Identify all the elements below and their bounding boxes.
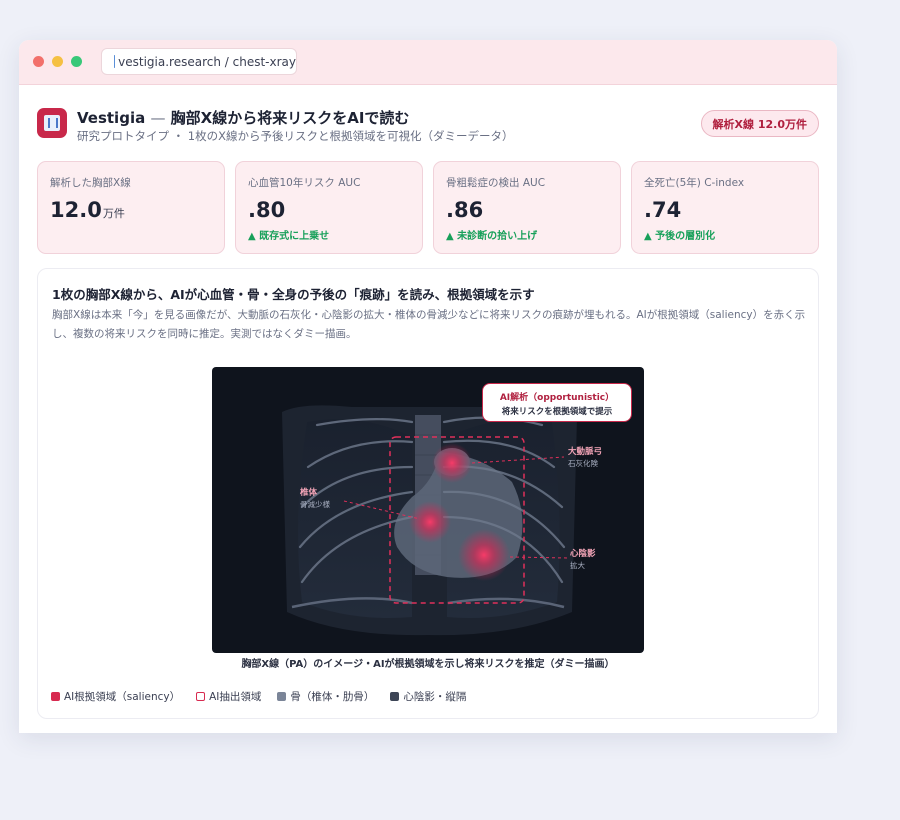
address-bar[interactable]: vestigia.research / chest-xray [101,48,297,75]
stat-delta: ▲ 未診断の拾い上げ [446,231,538,242]
close-window-button[interactable] [33,56,44,67]
title-bar: vestigia.research / chest-xray [19,40,837,85]
title-separator: — [150,109,166,127]
stat-label: 全死亡(5年) C-index [644,177,745,189]
stat-card-mortality-cindex: 全死亡(5年) C-index .74 ▲ 予後の層別化 [631,161,819,254]
legend-item-ai-extract: AI抽出領域 [196,689,261,704]
ai-extract-swatch-icon [196,692,206,701]
stat-card-cv-auc: 心血管10年リスク AUC .80 ▲ 既存式に上乗せ [235,161,423,254]
annotation-detail: 石灰化険 [568,459,598,468]
annotation-detail: 拡大 [570,561,585,570]
stat-value: 12.0万件 [50,198,212,222]
legend-label: AI抽出領域 [209,691,262,703]
heart-swatch-icon [390,692,400,701]
stat-value: .86 [446,198,484,222]
legend-item-saliency: AI根拠領域（saliency） [51,689,180,704]
legend-label: AI根拠領域（saliency） [64,691,181,703]
stat-number: 12.0 [50,198,102,222]
maximize-window-button[interactable] [71,56,82,67]
analysis-panel: 1枚の胸部X線から、AIが心血管・骨・全身の予後の「痕跡」を読み、根拠領域を示す… [37,268,819,719]
app-name: Vestigia [77,109,146,127]
page-title: Vestigia — 胸部X線から将来リスクをAIで読む [77,107,409,128]
panel-description: 胸部X線は本来「今」を見る画像だが、大動脈の石灰化・心陰影の拡大・椎体の骨減少な… [52,309,806,340]
saliency-vertebra [409,501,451,543]
annotation-label: 大動脈弓 [568,447,603,457]
callout-subtitle: 将来リスクを根拠領域で提示 [501,407,613,417]
annotation-aortic-arch: 大動脈弓 石灰化険 [568,445,602,469]
image-caption: 胸部X線（PA）のイメージ・AIが根拠領域を示し将来リスクを推定（ダミー描画） [241,659,615,670]
saliency-swatch-icon [51,692,60,701]
stat-value: .80 [248,198,286,222]
legend-item-heart: 心陰影・縦隔 [390,689,466,704]
saliency-cardiac [458,529,510,581]
stat-value: .74 [644,198,682,222]
stat-delta: ▲ 既存式に上乗せ [248,231,330,242]
page-subtitle: 研究プロトタイプ ・ 1枚のX線から予後リスクと根拠領域を可視化（ダミーデータ） [77,129,514,143]
stat-label: 骨粗鬆症の検出 AUC [446,177,546,189]
legend-label: 骨（椎体・肋骨） [290,691,375,703]
bone-swatch-icon [277,692,287,701]
annotation-detail: 骨減少様 [300,500,330,509]
stat-unit: 万件 [102,207,125,220]
chest-xray-image: AI解析（opportunistic） 将来リスクを根拠領域で提示 大動脈弓 石… [212,367,644,653]
panel-title: 1枚の胸部X線から、AIが心血管・骨・全身の予後の「痕跡」を読み、根拠領域を示す [52,287,535,302]
stat-label: 心血管10年リスク AUC [248,177,361,189]
annotation-cardiac: 心陰影 拡大 [570,547,596,571]
url-text: vestigia.research / chest-xray [118,54,296,69]
browser-window: vestigia.research / chest-xray Vestigia … [19,40,837,733]
annotation-vertebra: 椎体 骨減少様 [300,486,330,510]
legend: AI根拠領域（saliency） AI抽出領域 骨（椎体・肋骨） 心陰影・縦隔 [51,689,466,704]
ai-analysis-callout: AI解析（opportunistic） 将来リスクを根拠領域で提示 [482,383,632,422]
app-tagline: 胸部X線から将来リスクをAIで読む [170,109,410,127]
page-header: Vestigia — 胸部X線から将来リスクをAIで読む 研究プロトタイプ ・ … [37,107,819,147]
stat-cards: 解析した胸部X線 12.0万件 心血管10年リスク AUC .80 ▲ 既存式に… [37,161,819,254]
annotation-label: 心陰影 [570,549,596,559]
callout-title: AI解析（opportunistic） [499,393,615,403]
saliency-aortic-arch [432,443,472,483]
minimize-window-button[interactable] [52,56,63,67]
stat-card-xray-count: 解析した胸部X線 12.0万件 [37,161,225,254]
annotation-label: 椎体 [300,488,318,498]
stat-card-osteo-auc: 骨粗鬆症の検出 AUC .86 ▲ 未診断の拾い上げ [433,161,621,254]
count-badge: 解析X線 12.0万件 [700,110,819,137]
stat-delta: ▲ 予後の層別化 [644,231,716,242]
legend-label: 心陰影・縦隔 [403,691,467,703]
stat-label: 解析した胸部X線 [50,177,131,189]
legend-item-bone: 骨（椎体・肋骨） [277,689,374,704]
app-logo-icon [37,108,67,138]
